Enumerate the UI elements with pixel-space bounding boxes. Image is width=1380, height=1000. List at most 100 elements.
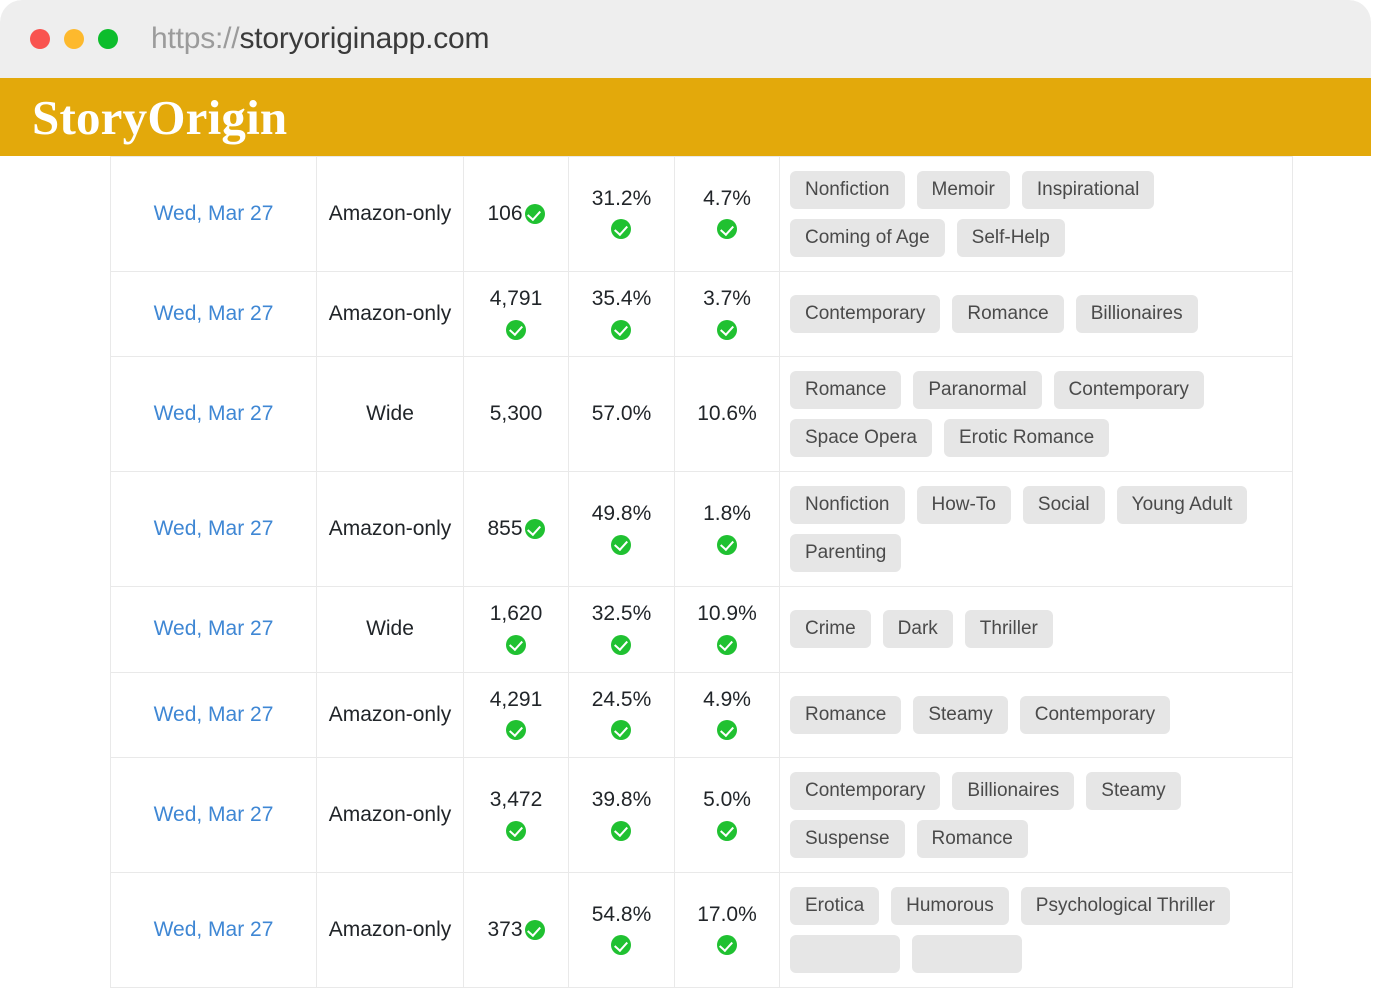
cell-subscriber-count: 855 (463, 471, 569, 588)
verified-check-icon (611, 935, 632, 956)
genre-pill[interactable]: Contemporary (1019, 695, 1171, 734)
date-link[interactable]: Wed, Mar 27 (154, 402, 274, 425)
genre-pill[interactable]: Paranormal (913, 371, 1042, 410)
minimize-dot[interactable] (64, 29, 84, 49)
genre-pill[interactable]: How-To (916, 486, 1011, 525)
cell-subscriber-count-value: 1,620 (489, 602, 543, 626)
genre-pill[interactable]: Billionaires (952, 772, 1075, 811)
genre-pill[interactable]: Crime (790, 610, 871, 649)
date-link[interactable]: Wed, Mar 27 (154, 517, 274, 540)
genre-pill[interactable]: Memoir (916, 171, 1010, 209)
cell-click-rate-value: 17.0% (697, 902, 757, 926)
genre-pill[interactable]: Romance (916, 820, 1028, 858)
genre-pill-list: Nonfiction How-To Social Young Adult Parenti… (790, 486, 1282, 573)
verified-check-icon (717, 820, 737, 841)
table-row: Wed, Mar 27 Amazon-only 4,291 24.5% 4.9% Roma… (110, 672, 1293, 759)
date-link[interactable]: Wed, Mar 27 (154, 803, 274, 826)
genre-pill[interactable]: Billionaires (1075, 295, 1198, 334)
genre-pill[interactable]: Romance (952, 295, 1064, 334)
cell-date: Wed, Mar 27 (110, 586, 317, 673)
verified-check-icon (524, 919, 545, 940)
genre-pill[interactable]: Romance (790, 371, 902, 410)
address-bar[interactable]: https://storyoriginapp.com (151, 22, 490, 56)
genre-pill-list: Erotica Humorous Psychological Thriller (790, 887, 1282, 973)
genre-pill[interactable]: Coming of Age (790, 218, 945, 257)
cell-genres: Erotica Humorous Psychological Thriller (779, 872, 1293, 988)
cell-click-rate: 3.7% (674, 271, 780, 358)
genre-pill[interactable]: Self-Help (956, 218, 1065, 257)
cell-click-rate-value: 10.6% (697, 402, 757, 426)
cell-genres: Romance Paranormal Contemporary Space Opera… (779, 356, 1293, 473)
genre-pill[interactable]: Young Adult (1116, 486, 1248, 525)
cell-subscriber-count-value: 855 (487, 517, 523, 541)
genre-pill[interactable]: Thriller (964, 610, 1053, 649)
cell-click-rate: 1.8% (674, 471, 780, 588)
cell-date: Wed, Mar 27 (110, 356, 317, 473)
genre-pill[interactable]: Erotica (790, 887, 880, 925)
verified-check-icon (506, 634, 526, 655)
cell-date: Wed, Mar 27 (110, 271, 317, 358)
cell-distribution: Amazon-only (316, 872, 464, 988)
genre-pill[interactable]: Erotic Romance (943, 419, 1110, 458)
genre-pill[interactable]: Contemporary (790, 772, 941, 811)
cell-click-rate: 4.7% (674, 156, 780, 272)
brand-logo[interactable]: StoryOrigin (32, 93, 287, 142)
cell-subscriber-count-value: 5,300 (489, 402, 543, 426)
genre-pill[interactable]: Steamy (1086, 772, 1181, 811)
cell-click-rate-value: 10.9% (697, 602, 757, 626)
date-link[interactable]: Wed, Mar 27 (154, 703, 274, 726)
verified-check-icon (716, 634, 737, 655)
cell-open-rate: 32.5% (568, 586, 675, 673)
cell-subscriber-count: 5,300 (463, 356, 569, 473)
genre-pill[interactable]: Dark (882, 610, 953, 649)
genre-pill[interactable]: Nonfiction (790, 486, 905, 525)
genre-pill[interactable]: Social (1022, 486, 1105, 525)
date-link[interactable]: Wed, Mar 27 (154, 918, 274, 941)
genre-pill[interactable]: Inspirational (1021, 171, 1155, 209)
table-row: Wed, Mar 27 Amazon-only 373 54.8% 17.0% Eroti… (110, 872, 1293, 988)
cell-click-rate-value: 4.7% (703, 186, 751, 210)
cell-click-rate: 4.9% (674, 672, 780, 759)
genre-pill[interactable] (912, 934, 1022, 973)
report-table-container: Wed, Mar 27 Amazon-only 106 31.2% 4.7% Nonfic… (110, 156, 1293, 988)
cell-open-rate-value: 31.2% (591, 186, 652, 210)
genre-pill[interactable]: Suspense (790, 820, 905, 858)
cell-subscriber-count-value: 4,291 (489, 687, 543, 711)
cell-distribution: Amazon-only (316, 672, 464, 759)
genre-pill[interactable]: Contemporary (790, 295, 941, 334)
genre-pill[interactable]: Contemporary (1053, 371, 1204, 410)
genre-pill[interactable]: Space Opera (790, 419, 932, 458)
genre-pill[interactable]: Psychological Thriller (1020, 887, 1230, 925)
cell-subscriber-count-value: 106 (487, 201, 523, 225)
site-header: StoryOrigin (0, 78, 1371, 156)
genre-pill[interactable]: Humorous (891, 887, 1009, 925)
genre-pill[interactable]: Romance (790, 695, 902, 734)
cell-subscriber-count-value: 3,472 (489, 787, 543, 811)
cell-open-rate: 39.8% (568, 757, 675, 873)
cell-date: Wed, Mar 27 (110, 757, 317, 873)
date-link[interactable]: Wed, Mar 27 (154, 202, 274, 225)
cell-subscriber-count-value: 373 (487, 917, 523, 941)
date-link[interactable]: Wed, Mar 27 (154, 302, 274, 325)
genre-pill-list: Contemporary Billionaires Steamy Suspense Ro… (790, 772, 1282, 858)
screenshot-root: https://storyoriginapp.com StoryOrigin W… (0, 0, 1380, 1000)
cell-open-rate: 49.8% (568, 471, 675, 588)
cell-open-rate: 57.0% (568, 356, 675, 473)
cell-open-rate: 31.2% (568, 156, 675, 272)
genre-pill[interactable] (790, 934, 900, 973)
cell-open-rate-value: 54.8% (591, 902, 652, 926)
date-link[interactable]: Wed, Mar 27 (154, 617, 274, 640)
close-dot[interactable] (30, 29, 50, 49)
genre-pill[interactable]: Steamy (913, 695, 1008, 734)
url-host: storyoriginapp.com (239, 22, 490, 55)
verified-check-icon (717, 720, 737, 741)
genre-pill[interactable]: Nonfiction (790, 171, 905, 209)
genre-pill-list: Romance Paranormal Contemporary Space Opera… (790, 371, 1282, 458)
verified-check-icon (611, 720, 632, 741)
cell-open-rate-value: 32.5% (591, 602, 652, 626)
genre-pill[interactable]: Parenting (790, 534, 902, 573)
cell-date: Wed, Mar 27 (110, 872, 317, 988)
url-scheme: https:// (151, 22, 240, 55)
maximize-dot[interactable] (98, 29, 118, 49)
table-row: Wed, Mar 27 Amazon-only 4,791 35.4% 3.7% Cont… (110, 271, 1293, 358)
